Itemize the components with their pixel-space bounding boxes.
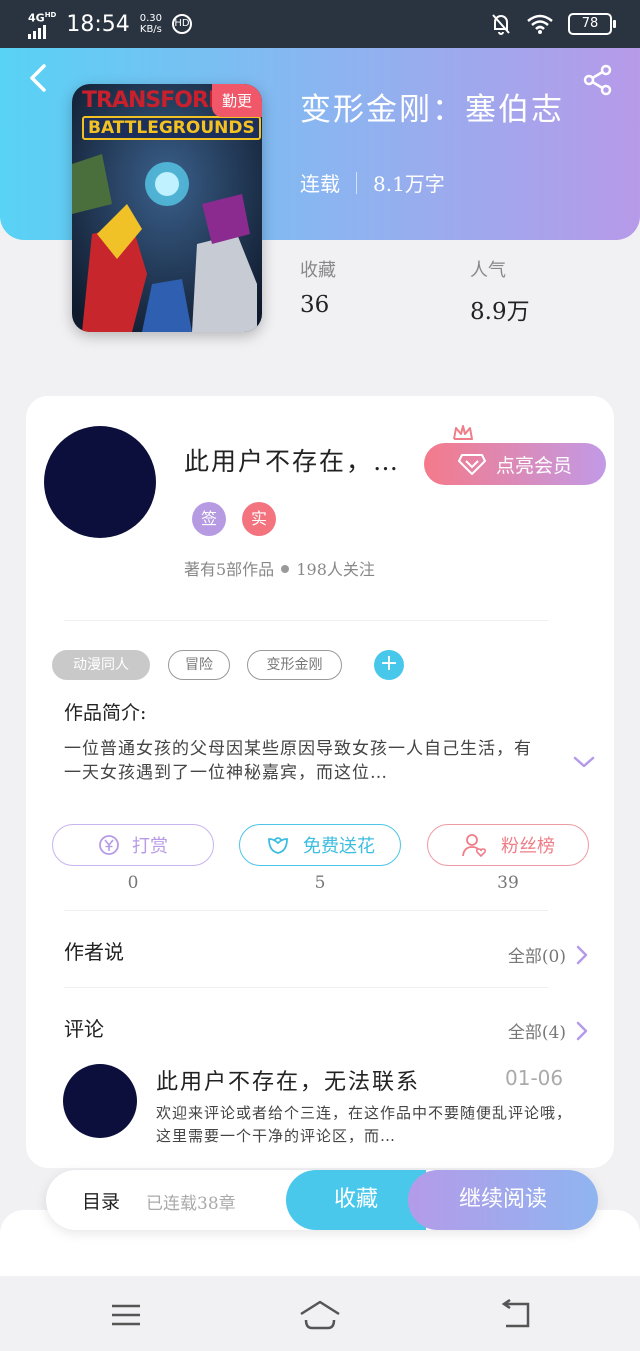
dot-separator <box>281 565 290 573</box>
intro-heading: 作品简介: <box>64 702 147 724</box>
continue-reading-button[interactable]: 继续阅读 <box>408 1170 598 1230</box>
book-meta: 连载 8.1万字 <box>300 168 445 197</box>
flower-icon <box>268 837 288 854</box>
cover-title-bottom: BATTLEGROUNDS <box>82 116 261 140</box>
yen-coin-icon <box>99 835 119 855</box>
vip-member-button[interactable]: 点亮会员 <box>424 443 606 485</box>
battery-indicator: 78 <box>568 13 616 35</box>
vip-label: 点亮会员 <box>495 454 572 477</box>
speed-unit: KB/s <box>139 24 162 36</box>
diamond-icon <box>457 454 486 475</box>
verified-badge: 实 <box>242 502 276 536</box>
tip-count: 0 <box>127 873 139 893</box>
word-count: 8.1万字 <box>373 172 445 196</box>
toc-button[interactable]: 目录 <box>82 1187 120 1214</box>
stat-value: 8.9万 <box>470 299 530 325</box>
stat-favorites: 收藏 36 <box>300 256 336 318</box>
comment-text[interactable]: 欢迎来评论或者给个三连，在这作品中不要随便乱评论哦，这里需要一个干净的评论区，而… <box>156 1102 572 1148</box>
author-says-title: 作者说 <box>64 940 124 964</box>
crown-icon <box>453 425 473 440</box>
book-title: 变形金刚：塞伯志 <box>300 92 564 128</box>
wifi-icon <box>527 14 553 34</box>
works-count: 著有5部作品 <box>184 560 275 579</box>
add-favorite-button[interactable]: 收藏 <box>286 1170 426 1230</box>
fan-ranking-label: 粉丝榜 <box>501 836 555 857</box>
mute-bell-icon <box>492 14 510 35</box>
signal-bars-icon <box>28 24 56 39</box>
comments-title: 评论 <box>64 1017 104 1041</box>
network-hd: HD <box>44 11 57 19</box>
tag-transformers[interactable]: 变形金刚 <box>247 650 342 680</box>
chevron-right-icon <box>576 945 588 964</box>
cover-title-top: TRANSFORM <box>82 88 230 113</box>
chevron-down-icon[interactable] <box>572 754 596 770</box>
divider <box>64 910 548 911</box>
flower-count: 5 <box>314 873 326 893</box>
comment-date: 01-06 <box>505 1066 564 1090</box>
comments-all-label: 全部(4) <box>507 1023 566 1043</box>
menu-icon[interactable] <box>106 1298 146 1332</box>
chapter-count: 已连载38章 <box>146 1194 236 1214</box>
signal-indicator: 4GHD <box>28 10 56 39</box>
author-stats: 著有5部作品 198人关注 <box>184 556 375 580</box>
signed-badge: 签 <box>192 502 226 536</box>
send-flower-button[interactable]: 免费送花 <box>239 824 401 866</box>
commenter-avatar[interactable] <box>63 1064 137 1138</box>
clock: 18:54 <box>66 11 130 37</box>
author-says-all-link[interactable]: 全部(0) <box>508 942 588 967</box>
book-cover[interactable]: TRANSFORM BATTLEGROUNDS 勤更 <box>72 84 262 332</box>
author-name[interactable]: 此用户不存在，… <box>184 442 400 478</box>
fan-user-icon <box>462 834 487 858</box>
divider <box>64 620 548 621</box>
back-arrow-icon[interactable] <box>24 62 52 94</box>
home-icon[interactable] <box>298 1298 342 1332</box>
network-speed: 0.30 KB/s <box>140 13 162 35</box>
followers-count: 198人关注 <box>296 560 375 579</box>
intro-text[interactable]: 一位普通女孩的父母因某些原因导致女孩一人自己生活，有一天女孩遇到了一位神秘嘉宾，… <box>64 737 548 785</box>
comments-all-link[interactable]: 全部(4) <box>508 1018 588 1043</box>
meta-divider <box>356 171 357 194</box>
add-tag-button[interactable]: + <box>374 650 404 680</box>
send-flower-label: 免费送花 <box>303 836 375 857</box>
tag-adventure[interactable]: 冒险 <box>168 650 230 680</box>
status-bar: 4GHD 18:54 0.30 KB/s HD 78 <box>0 0 640 48</box>
chevron-right-icon <box>576 1021 588 1040</box>
stat-label: 人气 <box>470 260 506 281</box>
author-says-all-label: 全部(0) <box>507 947 566 967</box>
serial-status: 连载 <box>300 172 340 196</box>
update-tag: 勤更 <box>211 84 262 117</box>
author-avatar[interactable] <box>44 426 156 538</box>
hd-voice-icon: HD <box>172 14 193 35</box>
stat-value: 36 <box>300 292 330 318</box>
commenter-name[interactable]: 此用户不存在，无法联系 <box>156 1064 420 1096</box>
stat-label: 收藏 <box>300 260 336 281</box>
tag-anime-fanfic[interactable]: 动漫同人 <box>52 650 150 680</box>
tip-button[interactable]: 打赏 <box>52 824 214 866</box>
divider <box>64 987 548 988</box>
stat-popularity: 人气 8.9万 <box>470 256 530 326</box>
back-nav-icon[interactable] <box>496 1298 536 1332</box>
network-type: 4G <box>28 11 45 25</box>
tip-label: 打赏 <box>132 836 168 857</box>
speed-value: 0.30 <box>139 13 163 25</box>
system-nav-bar <box>0 1276 640 1351</box>
fan-count: 39 <box>497 873 519 893</box>
share-icon[interactable] <box>582 64 614 96</box>
fan-ranking-button[interactable]: 粉丝榜 <box>427 824 589 866</box>
